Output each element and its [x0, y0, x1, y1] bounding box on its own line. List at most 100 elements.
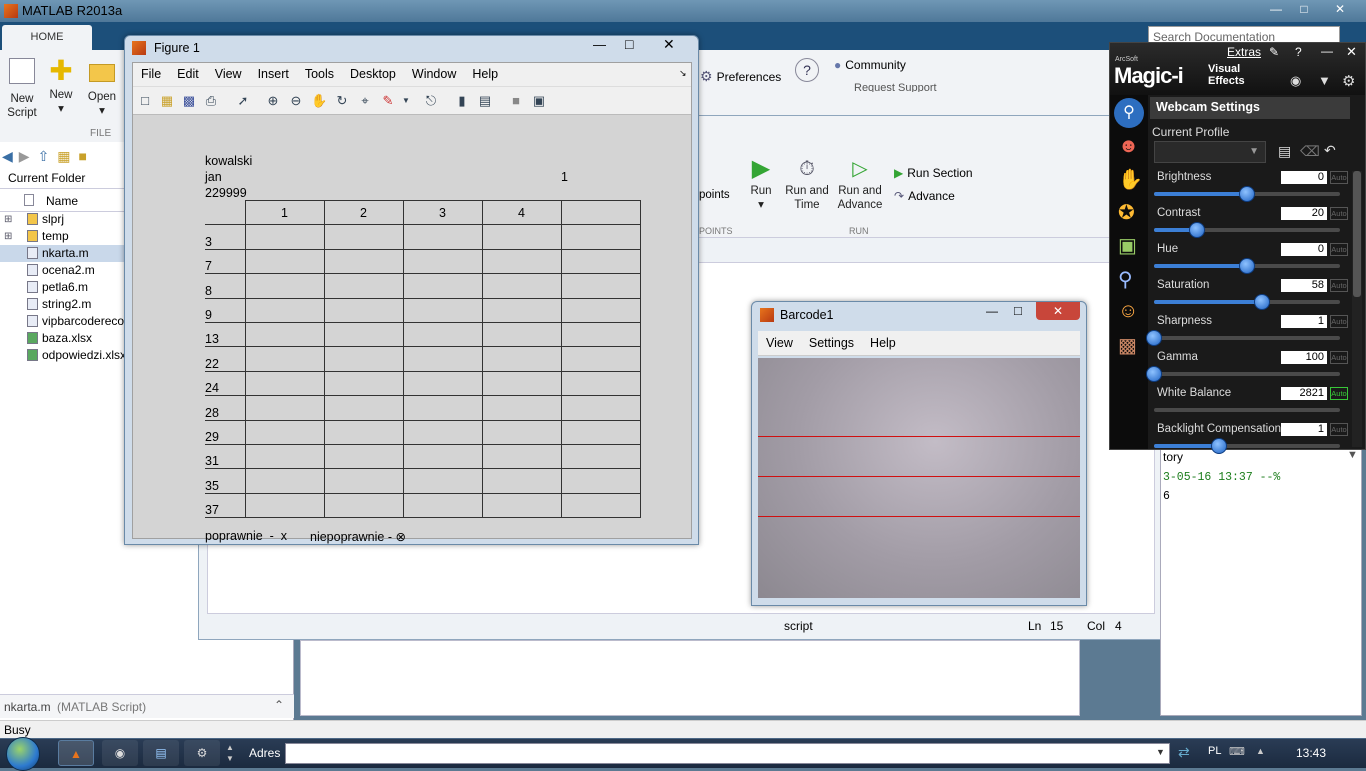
file-item[interactable]: baza.xlsx	[0, 330, 124, 347]
link-plot-icon[interactable]: ⎋	[423, 93, 439, 109]
run-and-advance-button[interactable]: ▷ Run and Advance	[835, 154, 885, 212]
breakpoints-label[interactable]: points	[699, 189, 730, 201]
face-effect-icon[interactable]: ☻	[1118, 135, 1139, 158]
barcode-menu-item[interactable]: View	[758, 331, 801, 350]
figure-maximize-button[interactable]: □	[625, 36, 633, 52]
zoom-in-icon[interactable]: ⊕	[265, 93, 281, 109]
file-item[interactable]: odpowiedzi.xlsx	[0, 347, 124, 364]
slider-knob[interactable]	[1188, 222, 1205, 238]
address-input[interactable]	[285, 743, 1170, 764]
webcam-preview[interactable]	[758, 358, 1080, 598]
run-button[interactable]: ▶ Run ▾	[747, 154, 775, 212]
barcode-close-button[interactable]: ✕	[1036, 302, 1080, 320]
clock[interactable]: 13:43	[1296, 746, 1326, 760]
setting-slider[interactable]	[1154, 222, 1340, 238]
file-item[interactable]: ⊞ temp	[0, 228, 124, 245]
taskbar-paint-button[interactable]: ◉	[102, 740, 138, 766]
webcam-icon[interactable]: ◉	[1290, 73, 1301, 89]
setting-slider[interactable]	[1154, 186, 1340, 202]
address-go-icon[interactable]: ⇄	[1178, 744, 1190, 761]
forward-arrow-icon[interactable]: ▶	[19, 148, 30, 165]
brush-dropdown-icon[interactable]: ▼	[398, 93, 414, 109]
setting-value-input[interactable]: 0	[1281, 171, 1327, 184]
file-item[interactable]: petla6.m	[0, 279, 124, 296]
barcode-menu-item[interactable]: Settings	[801, 331, 862, 350]
mask-effect-icon[interactable]: ☺	[1118, 300, 1138, 323]
rotate-icon[interactable]: ↻	[334, 93, 350, 109]
brush-icon[interactable]: ✎	[380, 93, 396, 109]
barcode-minimize-button[interactable]: —	[986, 304, 998, 318]
print-icon[interactable]: ⎙	[203, 93, 219, 109]
setting-slider[interactable]	[1154, 438, 1340, 454]
slider-knob[interactable]	[1253, 294, 1270, 310]
auto-toggle[interactable]: Auto	[1330, 315, 1348, 328]
figure-close-button[interactable]: ✕	[663, 36, 675, 53]
slider-knob[interactable]	[1146, 366, 1162, 382]
slider-knob[interactable]	[1211, 438, 1228, 454]
new-script-button[interactable]: New Script	[2, 58, 42, 120]
folder-path-icon[interactable]: ■	[79, 148, 87, 164]
language-indicator[interactable]: PL	[1208, 745, 1221, 757]
open-file-icon[interactable]: ▦	[159, 93, 175, 109]
taskbar-matlab-button[interactable]: ▲	[58, 740, 94, 766]
minimize-icon[interactable]: —	[1321, 44, 1333, 58]
figure-minimize-button[interactable]: —	[593, 37, 606, 52]
setting-value-input[interactable]: 0	[1281, 243, 1327, 256]
pan-icon[interactable]: ✋	[311, 93, 327, 109]
help-icon[interactable]: ?	[1295, 45, 1302, 59]
address-dropdown-icon[interactable]: ▼	[1156, 747, 1165, 757]
preferences-button[interactable]: ⚙ Preferences	[700, 68, 781, 85]
badge-effect-icon[interactable]: ✪	[1118, 200, 1135, 225]
setting-slider[interactable]	[1154, 258, 1340, 274]
minimize-button[interactable]: —	[1262, 0, 1290, 18]
hide-plot-tools-icon[interactable]: ■	[508, 93, 524, 109]
file-item[interactable]: string2.m	[0, 296, 124, 313]
setting-slider[interactable]	[1146, 330, 1340, 346]
tab-home[interactable]: HOME	[2, 25, 92, 50]
tray-expand-icon[interactable]: ▲	[1256, 746, 1265, 756]
zoom-out-icon[interactable]: ⊖	[288, 93, 304, 109]
pin-icon[interactable]: ✎	[1269, 45, 1279, 59]
file-item[interactable]: nkarta.m	[0, 245, 124, 262]
new-figure-icon[interactable]: □	[137, 93, 153, 109]
browse-folder-icon[interactable]: ▦	[57, 148, 70, 165]
advance-button[interactable]: ↷ Advance	[894, 189, 955, 203]
webcam-settings-tool-icon[interactable]: ⚲	[1114, 98, 1144, 128]
auto-toggle[interactable]: Auto	[1330, 351, 1348, 364]
history-entry[interactable]: 6	[1163, 490, 1170, 503]
figure-menu-item[interactable]: Help	[464, 63, 506, 81]
barcode-menu-item[interactable]: Help	[862, 331, 904, 350]
barcode-maximize-button[interactable]: □	[1014, 303, 1022, 318]
setting-value-input[interactable]: 1	[1281, 423, 1327, 436]
close-button[interactable]: ✕	[1320, 0, 1360, 18]
figure-menu-item[interactable]: View	[207, 63, 250, 81]
auto-toggle[interactable]: Auto	[1330, 243, 1348, 256]
frame-effect-icon[interactable]: ▣	[1118, 233, 1137, 258]
taskbar-explorer-button[interactable]: ▤	[143, 740, 179, 766]
setting-slider[interactable]	[1146, 366, 1340, 382]
auto-toggle[interactable]: Auto	[1330, 171, 1348, 184]
up-folder-icon[interactable]: ⇧	[38, 148, 50, 165]
hand-effect-icon[interactable]: ✋	[1118, 167, 1143, 192]
keyboard-icon[interactable]: ⌨	[1229, 745, 1245, 758]
request-support-link[interactable]: Request Support	[854, 82, 937, 92]
figure-menu-item[interactable]: Tools	[297, 63, 342, 81]
setting-value-input[interactable]: 2821	[1281, 387, 1327, 400]
show-plot-tools-icon[interactable]: ▣	[531, 93, 547, 109]
figure-menu-item[interactable]: Desktop	[342, 63, 404, 81]
run-section-button[interactable]: ▶ Run Section	[894, 166, 973, 180]
scrollbar-thumb[interactable]	[1353, 171, 1361, 297]
panel-scrollbar[interactable]	[1352, 171, 1362, 447]
figure-menu-item[interactable]: Window	[404, 63, 464, 81]
name-column-header[interactable]: Name	[46, 194, 78, 208]
auto-toggle[interactable]: Auto	[1330, 207, 1348, 220]
pointer-icon[interactable]: ➚	[235, 93, 251, 109]
extras-button[interactable]: Extras	[1227, 45, 1261, 59]
setting-value-input[interactable]: 20	[1281, 207, 1327, 220]
data-cursor-icon[interactable]: ⌖	[357, 93, 373, 109]
setting-slider[interactable]	[1154, 408, 1340, 412]
menu-dock-arrow-icon[interactable]: ↘	[679, 68, 687, 79]
colorbar-icon[interactable]: ▮	[454, 93, 470, 109]
save-profile-icon[interactable]: ▤	[1278, 143, 1291, 160]
run-and-time-button[interactable]: ⏱ Run and Time	[785, 154, 829, 212]
